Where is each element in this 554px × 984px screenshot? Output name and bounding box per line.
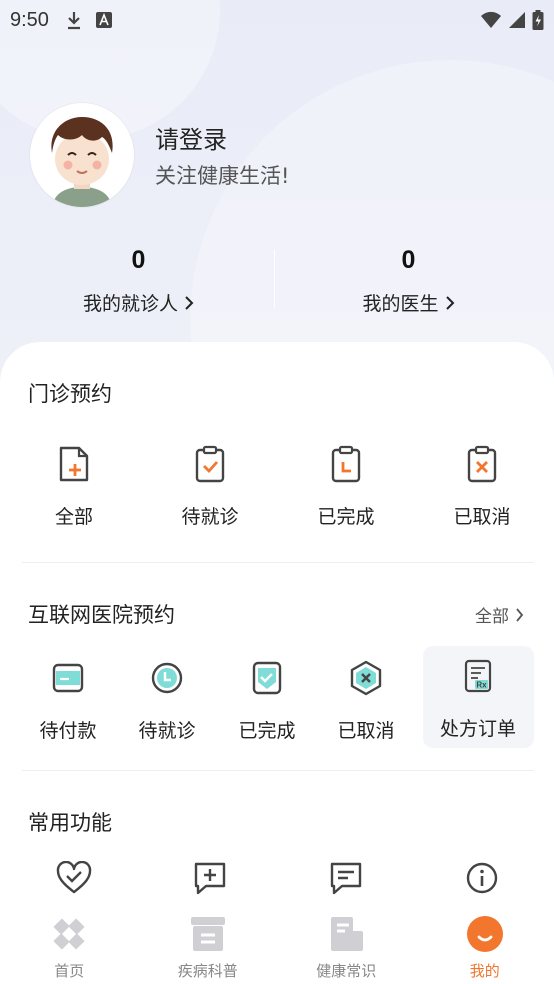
tab-disease-science[interactable]: 疾病科普 [139, 900, 278, 984]
message-plus-icon [194, 862, 226, 895]
ih-prescription-orders[interactable]: Rx 处方订单 [418, 654, 538, 741]
clipboard-clock-icon [331, 445, 361, 483]
hexagon-x-icon [350, 660, 382, 696]
download-icon [67, 12, 80, 30]
status-bar: 9:50 [0, 0, 554, 40]
tab-home-label: 首页 [54, 962, 85, 980]
outpatient-all[interactable]: 全部 [14, 442, 134, 529]
outpatient-completed-label: 已完成 [317, 506, 375, 528]
signal-icon [509, 12, 525, 28]
outpatient-pending[interactable]: 待就诊 [150, 442, 270, 529]
tab-mine[interactable]: 我的 [416, 900, 554, 984]
tab-home[interactable]: 首页 [0, 900, 139, 984]
info-icon [466, 862, 498, 894]
outpatient-pending-label: 待就诊 [181, 506, 239, 528]
document-icon [331, 917, 364, 951]
more-label: 全部 [475, 607, 509, 627]
heart-check-icon [56, 861, 92, 894]
shield-check-icon [252, 661, 282, 695]
my-doctors-stat[interactable]: 0 我的医生 [270, 246, 547, 316]
avatar-illustration-icon [51, 117, 113, 207]
archive-icon [190, 917, 225, 951]
common-item-2[interactable] [150, 856, 270, 900]
doctors-label: 我的医生 [362, 293, 439, 315]
clock-icon [151, 662, 183, 694]
battery-icon [532, 10, 544, 30]
patients-label: 我的就诊人 [82, 293, 178, 315]
tab-disease-science-label: 疾病科普 [177, 962, 238, 980]
patients-count: 0 [131, 246, 146, 274]
common-title: 常用功能 [28, 811, 112, 835]
outpatient-title: 门诊预约 [28, 382, 112, 406]
profile-subtitle: 关注健康生活! [155, 164, 290, 188]
ih-prescription-label: 处方订单 [439, 718, 516, 740]
message-lines-icon [330, 862, 362, 895]
tab-health-knowledge[interactable]: 健康常识 [277, 900, 416, 984]
clipboard-check-icon [195, 445, 225, 483]
outpatient-cancelled[interactable]: 已取消 [422, 442, 542, 529]
chevron-right-icon [516, 607, 524, 622]
tab-mine-label: 我的 [469, 962, 500, 980]
outpatient-all-label: 全部 [54, 506, 93, 528]
internet-hospital-more[interactable]: 全部 [475, 602, 524, 627]
ih-cancelled[interactable]: 已取消 [306, 656, 426, 743]
clipboard-x-icon [467, 445, 497, 483]
chevron-right-icon [445, 295, 454, 310]
common-item-4[interactable] [422, 856, 542, 900]
tab-health-knowledge-label: 健康常识 [316, 962, 377, 980]
ih-cancelled-label: 已取消 [337, 720, 395, 742]
chevron-right-icon [185, 295, 194, 310]
file-plus-icon [59, 446, 89, 482]
bottom-tab-bar: 首页 疾病科普 健康常识 我的 [0, 900, 554, 984]
section-divider [22, 562, 534, 563]
common-item-3[interactable] [286, 856, 406, 900]
my-patients-stat[interactable]: 0 我的就诊人 [0, 246, 277, 316]
card-icon [52, 663, 84, 693]
wifi-icon [481, 11, 501, 28]
outpatient-completed[interactable]: 已完成 [286, 442, 406, 529]
internet-hospital-title: 互联网医院预约 [28, 603, 175, 627]
keyboard-a-icon [95, 12, 112, 28]
smile-icon [466, 916, 503, 952]
outpatient-cancelled-label: 已取消 [453, 506, 511, 528]
doctors-count: 0 [401, 246, 416, 274]
svg-text:Rx: Rx [476, 681, 487, 690]
login-prompt[interactable]: 请登录 [155, 120, 227, 155]
avatar[interactable] [30, 103, 134, 207]
home-cross-icon [53, 918, 85, 950]
prescription-icon: Rx [464, 659, 492, 693]
common-item-1[interactable] [14, 856, 134, 900]
status-time: 9:50 [10, 8, 49, 31]
section-divider [22, 770, 534, 771]
